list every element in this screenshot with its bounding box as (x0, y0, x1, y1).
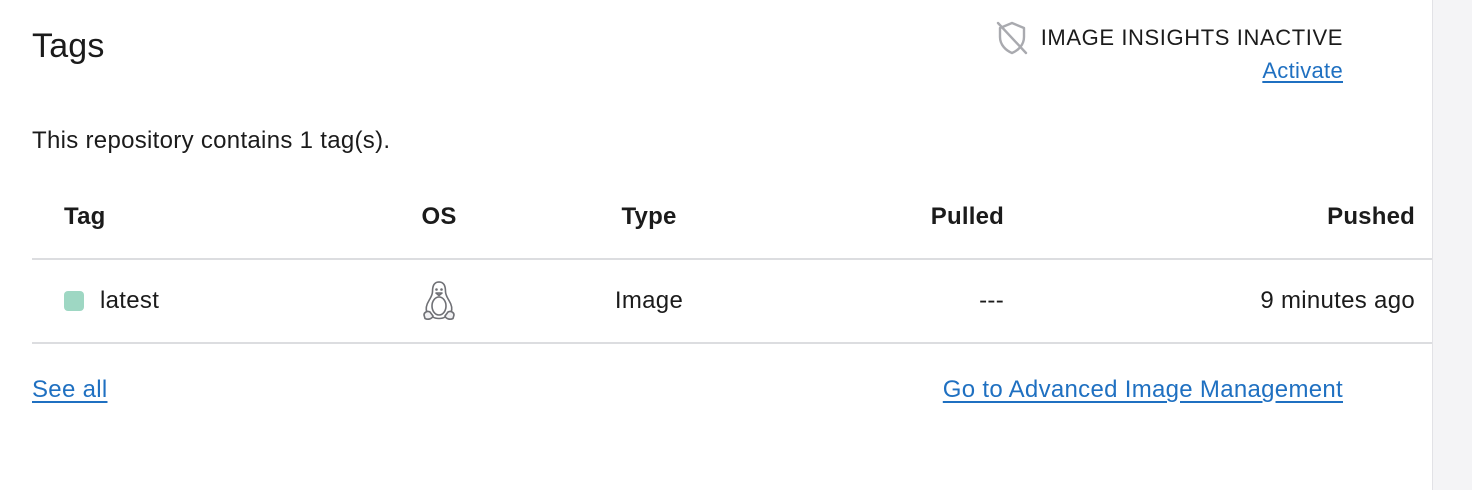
type-cell: Image (514, 259, 784, 344)
repository-tag-count: This repository contains 1 tag(s). (32, 127, 391, 154)
activate-link[interactable]: Activate (1262, 58, 1343, 84)
table-header-row: Tag OS Type Pulled Pushed (32, 176, 1447, 260)
pulled-cell: --- (784, 259, 1004, 344)
column-header-type: Type (514, 176, 784, 260)
pushed-cell: 9 minutes ago (1004, 259, 1447, 344)
table-row[interactable]: latest Image --- 9 minutes ago (32, 259, 1447, 344)
section-title: Tags (32, 27, 105, 65)
tag-name[interactable]: latest (100, 287, 159, 315)
shield-off-icon (995, 20, 1029, 56)
tag-cell: latest (32, 259, 364, 344)
insights-status-text: IMAGE INSIGHTS INACTIVE (1040, 25, 1343, 50)
see-all-link[interactable]: See all (32, 376, 107, 404)
column-header-pushed: Pushed (1004, 176, 1447, 260)
linux-icon (420, 279, 458, 323)
column-header-os: OS (364, 176, 514, 260)
tags-panel: Tags IMAGE INSIGHTS INACTIVE Activate Th… (0, 0, 1447, 490)
column-header-pulled: Pulled (784, 176, 1004, 260)
column-header-tag: Tag (32, 176, 364, 260)
page-scrollbar-rail[interactable] (1432, 0, 1472, 490)
image-insights-status: IMAGE INSIGHTS INACTIVE Activate (995, 20, 1343, 84)
tags-table: Tag OS Type Pulled Pushed latest Image -… (32, 176, 1447, 344)
os-cell (364, 259, 514, 344)
status-indicator (64, 291, 84, 311)
advanced-image-management-link[interactable]: Go to Advanced Image Management (943, 376, 1343, 404)
insights-status-row: IMAGE INSIGHTS INACTIVE (995, 20, 1343, 56)
